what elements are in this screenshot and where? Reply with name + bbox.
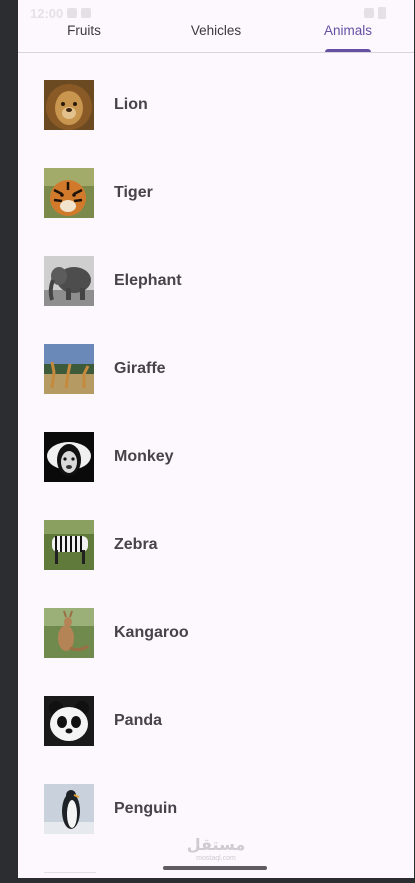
animal-name: Panda <box>114 712 163 729</box>
tab-label: Animals <box>323 23 372 38</box>
home-indicator[interactable] <box>163 866 267 870</box>
watermark-sub: mostaql.com <box>196 855 236 862</box>
tab-label: Fruits <box>67 23 101 38</box>
watermark-logo: مستقل mostaql.com <box>181 837 251 863</box>
list-item-panda[interactable]: Panda <box>18 677 414 765</box>
kangaroo-photo-icon <box>44 608 94 658</box>
divider <box>44 872 96 873</box>
giraffe-photo-icon <box>44 344 94 394</box>
animal-name: Monkey <box>114 448 174 465</box>
list-item-elephant[interactable]: Elephant <box>18 237 414 325</box>
lion-photo-icon <box>44 80 94 130</box>
list-item-tiger[interactable]: Tiger <box>18 149 414 237</box>
zebra-photo-icon <box>44 520 94 570</box>
penguin-photo-icon <box>44 784 94 834</box>
animal-name: Giraffe <box>114 360 166 377</box>
panda-photo-icon <box>44 696 94 746</box>
animal-name: Zebra <box>114 536 158 553</box>
animal-name: Kangaroo <box>114 624 189 641</box>
tiger-photo-icon <box>44 168 94 218</box>
watermark-main: مستقل <box>186 837 246 854</box>
elephant-photo-icon <box>44 256 94 306</box>
list-item-monkey[interactable]: Monkey <box>18 413 414 501</box>
tab-label: Vehicles <box>190 23 242 38</box>
list-item-kangaroo[interactable]: Kangaroo <box>18 589 414 677</box>
app-screen: 12:00 Fruits Vehicles Animals Lion Tiger… <box>18 0 414 878</box>
tab-indicator <box>325 49 371 52</box>
list-item-giraffe[interactable]: Giraffe <box>18 325 414 413</box>
tab-animals[interactable]: Animals <box>282 0 414 52</box>
tab-vehicles[interactable]: Vehicles <box>150 0 282 52</box>
monkey-photo-icon <box>44 432 94 482</box>
list-item-lion[interactable]: Lion <box>18 61 414 149</box>
animal-name: Elephant <box>114 272 182 289</box>
tab-bar: Fruits Vehicles Animals <box>18 0 414 53</box>
animal-name: Penguin <box>114 800 178 817</box>
animal-name: Lion <box>114 96 148 113</box>
tab-fruits[interactable]: Fruits <box>18 0 150 52</box>
animal-name: Tiger <box>114 184 153 201</box>
list-item-zebra[interactable]: Zebra <box>18 501 414 589</box>
